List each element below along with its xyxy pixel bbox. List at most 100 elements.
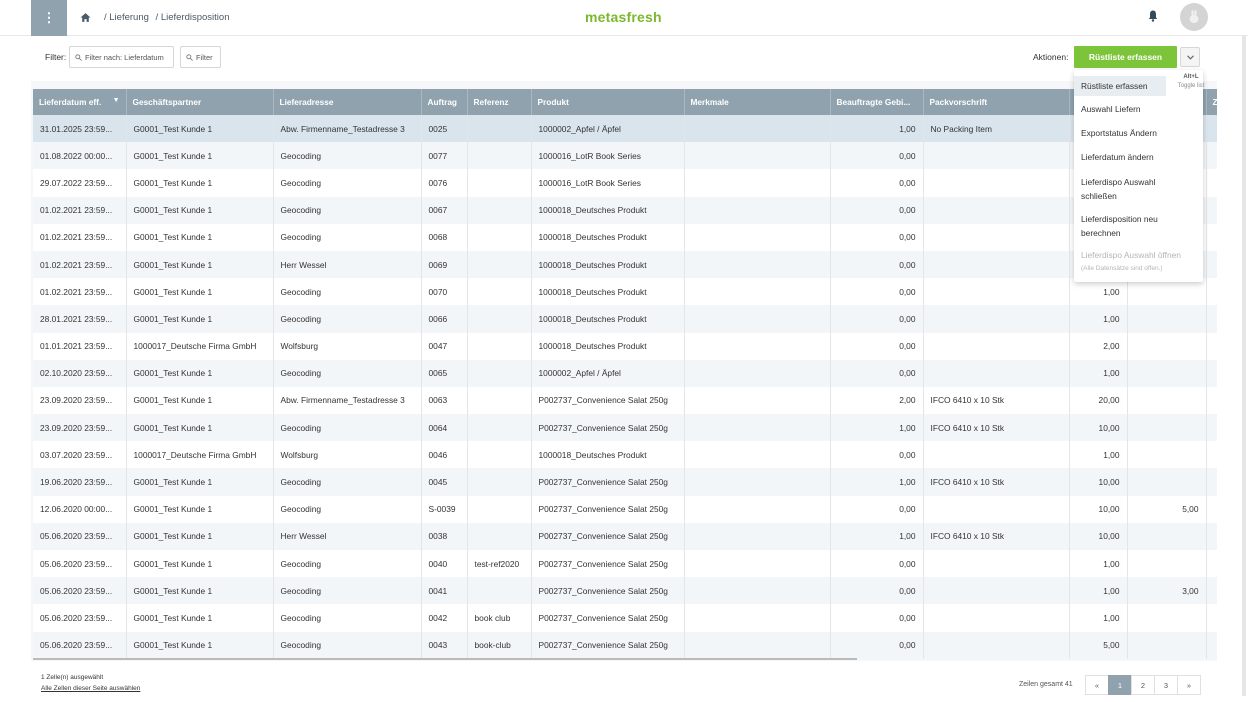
table-cell[interactable]: G0001_Test Kunde 1 xyxy=(126,169,274,197)
table-cell[interactable]: G0001_Test Kunde 1 xyxy=(126,223,274,251)
table-cell[interactable]: Herr Wessel xyxy=(273,522,422,550)
table-row[interactable]: 01.02.2021 23:59... G0001_Test Kunde 1 Geo… xyxy=(33,196,1217,224)
table-cell[interactable] xyxy=(1127,278,1207,306)
table-cell[interactable] xyxy=(1206,305,1217,333)
menu-item-lieferdatum-aendern[interactable]: Lieferdatum ändern xyxy=(1074,150,1203,164)
table-cell[interactable]: 01.01.2021 23:59... xyxy=(33,332,127,360)
table-cell[interactable]: P002737_Convenience Salat 250g xyxy=(531,414,685,442)
table-cell[interactable] xyxy=(684,223,831,251)
table-row[interactable]: 01.01.2021 23:59... 1000017_Deutsche Firm… xyxy=(33,332,1217,360)
table-cell[interactable]: P002737_Convenience Salat 250g xyxy=(531,631,685,659)
table-cell[interactable] xyxy=(684,604,831,632)
table-row[interactable]: 23.09.2020 23:59... G0001_Test Kunde 1 Abw… xyxy=(33,386,1217,415)
table-cell[interactable]: G0001_Test Kunde 1 xyxy=(126,577,274,605)
table-cell[interactable] xyxy=(1127,332,1207,360)
table-cell[interactable] xyxy=(684,115,831,143)
table-cell[interactable]: IFCO 6410 x 10 Stk xyxy=(923,468,1070,496)
table-cell[interactable] xyxy=(467,142,532,170)
table-cell[interactable]: 05.06.2020 23:59... xyxy=(33,631,127,659)
table-cell[interactable] xyxy=(467,386,532,415)
horizontal-scrollbar[interactable] xyxy=(33,658,857,660)
column-header[interactable]: Lieferdatum eff. ▼ xyxy=(33,89,127,115)
table-cell[interactable]: Geocoding xyxy=(273,142,422,170)
table-row[interactable]: 03.07.2020 23:59... 1000017_Deutsche Firm… xyxy=(33,441,1217,469)
table-cell[interactable] xyxy=(923,631,1070,659)
table-cell[interactable]: 1,00 xyxy=(1069,577,1128,605)
table-cell[interactable] xyxy=(923,550,1070,578)
table-cell[interactable]: Geocoding xyxy=(273,359,422,387)
table-cell[interactable] xyxy=(923,196,1070,224)
menu-icon[interactable]: ⋮ xyxy=(31,0,67,36)
table-cell[interactable]: 31.01.2025 23:59... xyxy=(33,115,127,143)
prev-page-button[interactable]: « xyxy=(1085,675,1109,695)
table-cell[interactable]: 0025 xyxy=(421,115,468,143)
table-cell[interactable] xyxy=(467,115,532,143)
table-cell[interactable]: Geocoding xyxy=(273,223,422,251)
home-icon[interactable] xyxy=(80,12,91,23)
table-cell[interactable]: 0064 xyxy=(421,414,468,442)
table-row[interactable]: 31.01.2025 23:59... G0001_Test Kunde 1 Abw… xyxy=(33,115,1217,143)
table-cell[interactable]: 05.06.2020 23:59... xyxy=(33,604,127,632)
table-cell[interactable]: 19.06.2020 23:59... xyxy=(33,468,127,496)
table-cell[interactable]: 10,00 xyxy=(1069,468,1128,496)
table-cell[interactable]: Wolfsburg xyxy=(273,332,422,360)
table-cell[interactable]: 1000018_Deutsches Produkt xyxy=(531,250,685,279)
table-cell[interactable] xyxy=(1206,250,1217,279)
table-cell[interactable] xyxy=(923,305,1070,333)
page-1-button[interactable]: 1 xyxy=(1108,675,1132,695)
table-cell[interactable] xyxy=(467,305,532,333)
table-cell[interactable] xyxy=(1127,386,1207,415)
column-header[interactable]: Beauftragte Gebi... xyxy=(830,89,924,115)
table-cell[interactable]: 0041 xyxy=(421,577,468,605)
table-cell[interactable] xyxy=(467,359,532,387)
table-cell[interactable] xyxy=(923,278,1070,306)
table-cell[interactable]: 0076 xyxy=(421,169,468,197)
table-cell[interactable]: 1000018_Deutsches Produkt xyxy=(531,278,685,306)
table-cell[interactable]: 0046 xyxy=(421,441,468,469)
table-cell[interactable]: G0001_Test Kunde 1 xyxy=(126,359,274,387)
table-cell[interactable]: IFCO 6410 x 10 Stk xyxy=(923,414,1070,442)
table-cell[interactable]: 0069 xyxy=(421,250,468,279)
table-cell[interactable] xyxy=(1206,359,1217,387)
table-cell[interactable] xyxy=(1127,604,1207,632)
table-cell[interactable]: S-0039 xyxy=(421,495,468,523)
table-cell[interactable]: Geocoding xyxy=(273,604,422,632)
table-cell[interactable]: 1000018_Deutsches Produkt xyxy=(531,223,685,251)
table-cell[interactable]: G0001_Test Kunde 1 xyxy=(126,386,274,415)
menu-item-ruestliste-erfassen[interactable]: Rüstliste erfassen xyxy=(1074,76,1166,96)
table-cell[interactable] xyxy=(1206,196,1217,224)
table-cell[interactable]: 05.06.2020 23:59... xyxy=(33,577,127,605)
table-cell[interactable]: 1,00 xyxy=(1069,441,1128,469)
table-cell[interactable]: P002737_Convenience Salat 250g xyxy=(531,522,685,550)
table-cell[interactable]: G0001_Test Kunde 1 xyxy=(126,278,274,306)
table-cell[interactable]: 1,00 xyxy=(830,115,924,143)
table-cell[interactable]: 1,00 xyxy=(830,414,924,442)
table-cell[interactable]: G0001_Test Kunde 1 xyxy=(126,305,274,333)
table-cell[interactable]: 0066 xyxy=(421,305,468,333)
table-cell[interactable]: 01.02.2021 23:59... xyxy=(33,196,127,224)
table-cell[interactable]: G0001_Test Kunde 1 xyxy=(126,495,274,523)
filter-button[interactable]: Filter xyxy=(180,46,221,68)
table-cell[interactable]: 01.02.2021 23:59... xyxy=(33,278,127,306)
column-header[interactable]: Auftrag xyxy=(421,89,468,115)
table-cell[interactable] xyxy=(684,577,831,605)
table-cell[interactable]: G0001_Test Kunde 1 xyxy=(126,468,274,496)
table-cell[interactable]: Geocoding xyxy=(273,577,422,605)
table-cell[interactable] xyxy=(684,250,831,279)
table-cell[interactable] xyxy=(923,577,1070,605)
table-cell[interactable]: 1000002_Apfel / Äpfel xyxy=(531,359,685,387)
breadcrumb-lieferung[interactable]: / Lieferung xyxy=(104,12,149,23)
table-cell[interactable]: G0001_Test Kunde 1 xyxy=(126,604,274,632)
table-cell[interactable]: 1,00 xyxy=(1069,359,1128,387)
table-cell[interactable]: G0001_Test Kunde 1 xyxy=(126,550,274,578)
select-all-link[interactable]: Alle Zellen dieser Seite auswählen xyxy=(41,685,140,692)
table-cell[interactable]: 23.09.2020 23:59... xyxy=(33,414,127,442)
table-cell[interactable] xyxy=(467,495,532,523)
table-cell[interactable]: 0070 xyxy=(421,278,468,306)
table-cell[interactable]: 0,00 xyxy=(830,169,924,197)
table-cell[interactable] xyxy=(684,359,831,387)
table-row[interactable]: 05.06.2020 23:59... G0001_Test Kunde 1 Geo… xyxy=(33,577,1217,605)
table-cell[interactable]: 23.09.2020 23:59... xyxy=(33,386,127,415)
table-cell[interactable] xyxy=(923,495,1070,523)
table-cell[interactable]: 1,00 xyxy=(1069,550,1128,578)
